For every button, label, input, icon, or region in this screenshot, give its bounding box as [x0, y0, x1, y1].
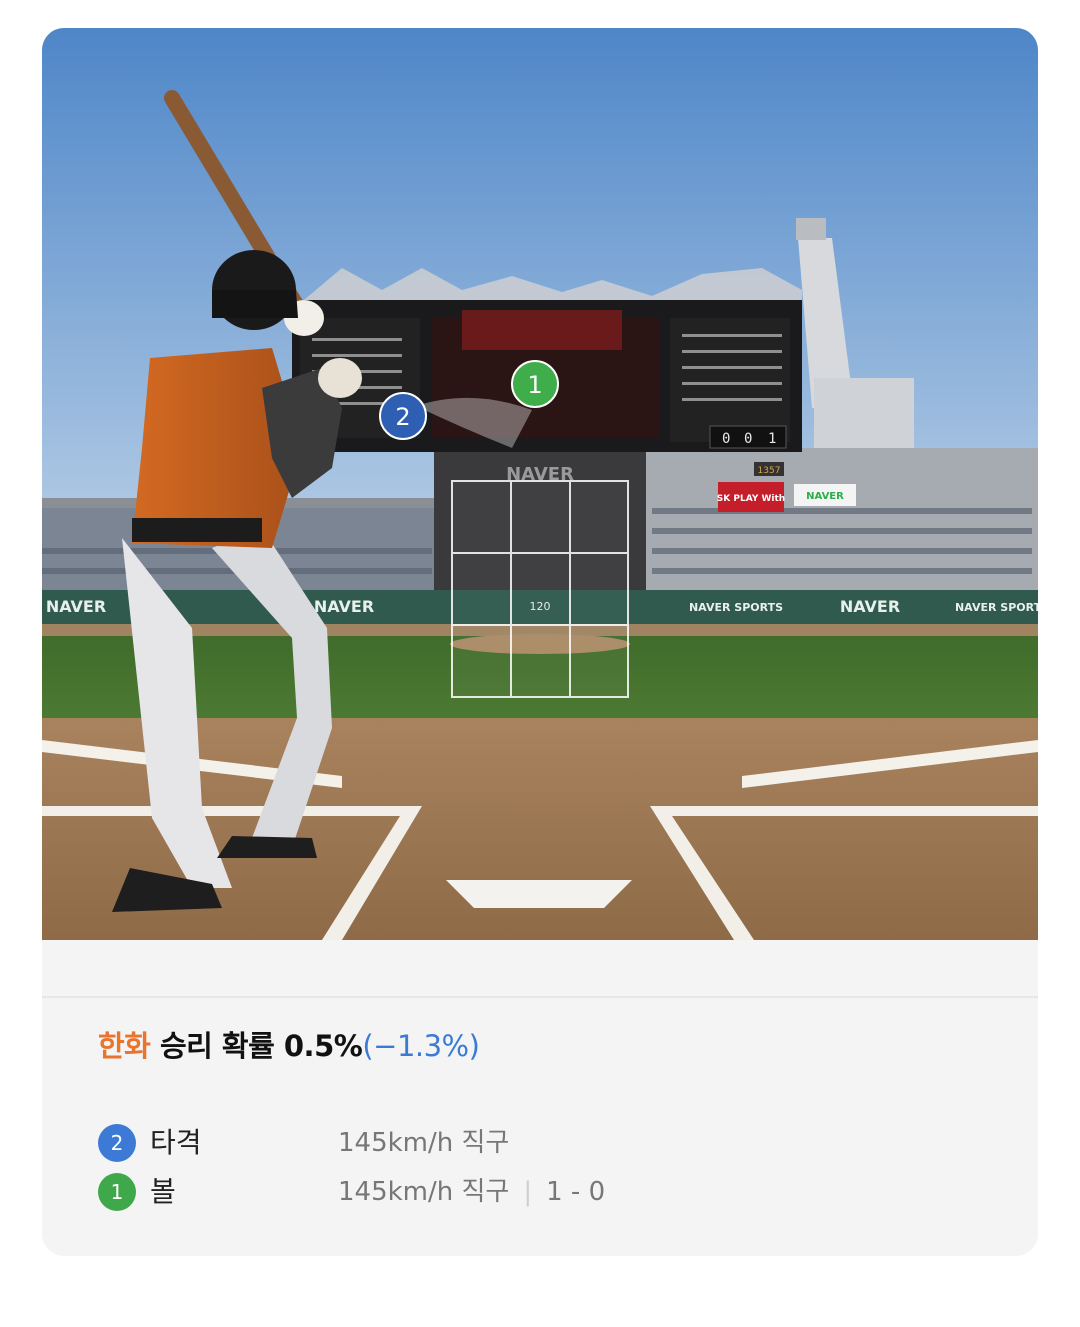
wall-banner-naver-1: NAVER — [46, 597, 106, 616]
win-probability: 한화 승리 확률 0.5%(−1.3%) — [98, 1023, 480, 1065]
pitch-speed-type: 145km/h 직구 | 1 - 0 — [338, 1173, 605, 1211]
pitch-result: 타격 — [150, 1126, 202, 1159]
batter-scene-image: 0 0 1 NAVER SK PLAY With NAVER 1357 NAVE… — [42, 28, 1038, 940]
sponsor-sign: SK PLAY With — [717, 494, 785, 504]
win-probability-label: 승리 확률 0.5% — [150, 1029, 363, 1063]
naver-small-sign: NAVER — [806, 491, 844, 502]
board-number: 1357 — [758, 466, 781, 476]
pitch-marker-1: 1 — [511, 360, 559, 408]
pitch-speed-type-text: 145km/h 직구 — [338, 1177, 510, 1207]
scoreboard-count-balls: 0 — [722, 431, 730, 447]
strike-zone-grid — [451, 480, 629, 698]
card-divider — [42, 996, 1038, 998]
pitch-speed-type: 145km/h 직구 — [338, 1128, 510, 1158]
scoreboard-count-outs: 1 — [768, 431, 776, 447]
pitch-separator: | — [523, 1177, 533, 1207]
win-probability-delta: (−1.3%) — [362, 1029, 480, 1063]
pitch-number-badge: 2 — [98, 1124, 136, 1162]
pitch-card: 0 0 1 NAVER SK PLAY With NAVER 1357 NAVE… — [42, 28, 1038, 1256]
scoreboard-count-strikes: 0 — [744, 431, 752, 447]
pitch-speed-readout: 120 — [530, 600, 551, 613]
pitch-row: 2 타격 145km/h 직구 — [98, 1124, 998, 1162]
pitch-row: 1 볼 145km/h 직구 | 1 - 0 — [98, 1173, 998, 1211]
team-name: 한화 — [98, 1029, 151, 1063]
pitch-marker-2: 2 — [379, 392, 427, 440]
pitch-count: 1 - 0 — [546, 1177, 606, 1207]
wall-banner-naver-sports-1: NAVER SPORTS — [689, 601, 783, 614]
wall-banner-naver-sports-2: NAVER SPORTS — [955, 601, 1038, 614]
pitch-number-badge: 1 — [98, 1173, 136, 1211]
svg-text:1: 1 — [527, 371, 542, 399]
svg-text:2: 2 — [395, 403, 410, 431]
wall-banner-naver-3: NAVER — [840, 597, 900, 616]
wall-banner-naver-2: NAVER — [314, 597, 374, 616]
pitch-result: 볼 — [150, 1175, 176, 1208]
